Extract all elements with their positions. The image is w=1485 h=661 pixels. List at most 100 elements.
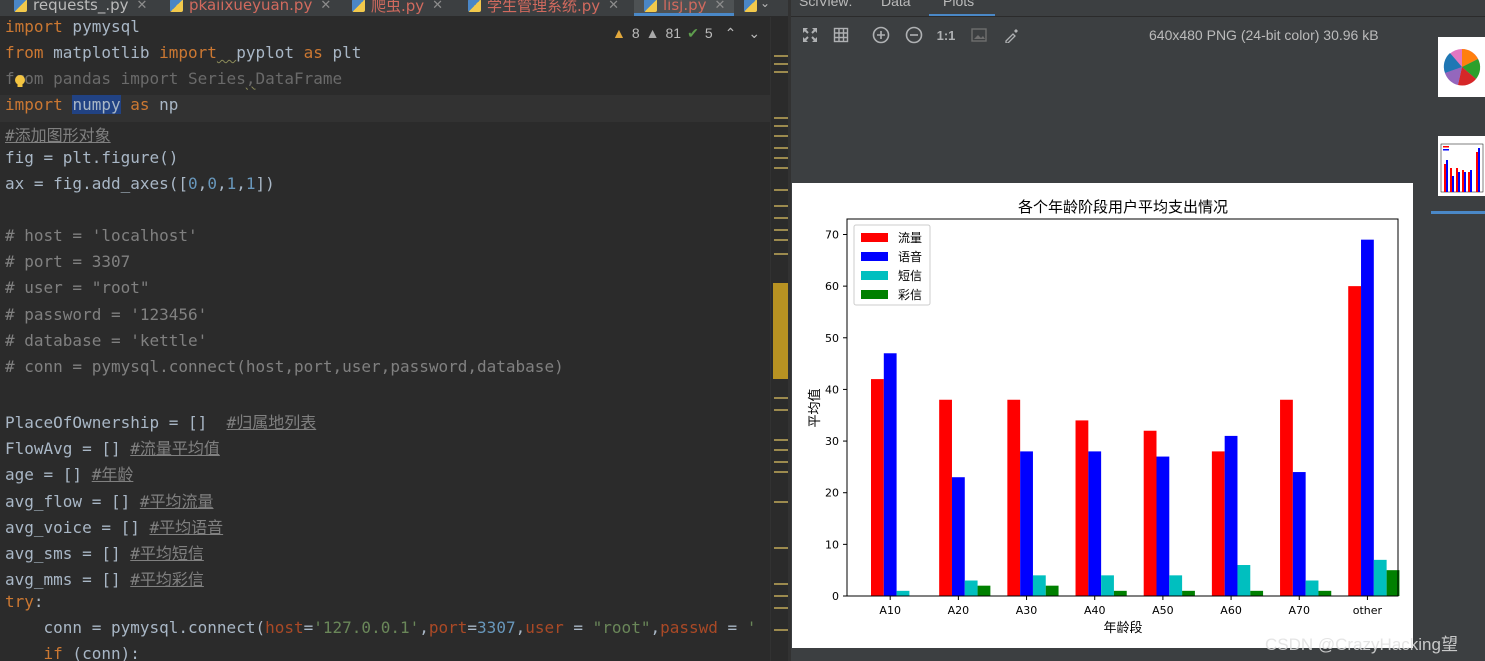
y-tick-label: 10 bbox=[825, 538, 839, 551]
lightbulb-icon[interactable] bbox=[13, 74, 27, 89]
close-icon[interactable]: ✕ bbox=[320, 0, 331, 13]
bar-流量-A40 bbox=[1075, 420, 1089, 596]
code-line[interactable]: try: bbox=[0, 592, 770, 618]
code-line[interactable]: # port = 3307 bbox=[0, 252, 770, 278]
legend-label: 语音 bbox=[898, 249, 922, 264]
close-icon[interactable]: ✕ bbox=[137, 0, 148, 13]
x-tick-label: A40 bbox=[1084, 604, 1106, 617]
tab-crawler[interactable]: 爬虫.py ✕ bbox=[352, 0, 443, 16]
code-line[interactable] bbox=[0, 200, 770, 226]
legend-label: 短信 bbox=[898, 269, 922, 283]
color-picker-icon[interactable] bbox=[1002, 25, 1022, 45]
selected-thumbnail-indicator bbox=[1431, 211, 1485, 214]
tab-student-system[interactable]: 学生管理系统.py ✕ bbox=[468, 0, 619, 16]
actual-size-button[interactable]: 1:1 bbox=[936, 25, 956, 45]
close-icon[interactable]: ✕ bbox=[608, 0, 619, 13]
bar-语音-A70 bbox=[1292, 472, 1306, 596]
tab-plots[interactable]: Plots bbox=[943, 0, 974, 9]
x-tick-label: A60 bbox=[1220, 604, 1242, 617]
close-icon[interactable]: ✕ bbox=[432, 0, 443, 13]
code-line[interactable]: avg_mms = [] #平均彩信 bbox=[0, 566, 770, 592]
fit-screen-icon[interactable] bbox=[800, 25, 820, 45]
thumbnail-pie-plot[interactable] bbox=[1438, 37, 1485, 97]
code-line[interactable]: # password = '123456' bbox=[0, 305, 770, 331]
image-info: 640x480 PNG (24-bit color) 30.96 kB bbox=[1149, 27, 1379, 43]
tab-label: pkaiixueyuan.py bbox=[189, 0, 313, 14]
bar-chart: 各个年龄阶段用户平均支出情况 0 10 20 30 40 50 60 70 A10 A20 A30 A… bbox=[807, 198, 1400, 636]
bar-语音-other bbox=[1361, 239, 1374, 596]
bar-语音-A20 bbox=[951, 477, 965, 596]
grid-icon[interactable] bbox=[831, 25, 851, 45]
python-file-icon bbox=[644, 0, 657, 12]
x-axis-label: 年龄段 bbox=[1103, 621, 1142, 636]
x-tick-label: A10 bbox=[879, 604, 901, 617]
code-line[interactable]: # database = 'kettle' bbox=[0, 331, 770, 357]
close-icon[interactable]: ✕ bbox=[714, 0, 725, 13]
code-line[interactable] bbox=[0, 383, 770, 409]
x-tick-label: other bbox=[1353, 604, 1383, 617]
chart-legend: 流量语音短信彩信 bbox=[853, 224, 931, 306]
code-line[interactable]: #添加图形对象 bbox=[0, 122, 770, 148]
thumbnail-bar-plot[interactable] bbox=[1438, 136, 1485, 196]
code-line[interactable]: PlaceOfOwnership = [] #归属地列表 bbox=[0, 409, 770, 435]
chevron-down-icon[interactable]: ⌄ bbox=[760, 0, 770, 10]
y-tick-label: 50 bbox=[825, 332, 839, 345]
x-tick-label: A70 bbox=[1288, 604, 1310, 617]
code-line[interactable]: if (conn): bbox=[0, 644, 770, 661]
zoom-out-icon[interactable] bbox=[904, 25, 924, 45]
image-background-icon[interactable] bbox=[969, 25, 989, 45]
y-tick-label: 20 bbox=[825, 487, 839, 500]
code-line[interactable]: conn = pymysql.connect(host='127.0.0.1',… bbox=[0, 618, 770, 644]
bar-流量-A30 bbox=[1007, 399, 1021, 596]
chart-title: 各个年龄阶段用户平均支出情况 bbox=[1018, 198, 1228, 216]
code-line[interactable]: avg_flow = [] #平均流量 bbox=[0, 488, 770, 514]
watermark: CSDN @CrazyHacking望 bbox=[1265, 635, 1458, 654]
code-line[interactable]: avg_voice = [] #平均语音 bbox=[0, 514, 770, 540]
code-line[interactable]: # conn = pymysql.connect(host,port,user,… bbox=[0, 357, 770, 383]
code-line[interactable]: import numpy as np bbox=[0, 95, 770, 122]
bar-流量-A10 bbox=[871, 379, 884, 596]
code-line[interactable]: from matplotlib import pyplot as plt bbox=[0, 43, 770, 69]
code-line[interactable]: from pandas import Series,DataFrame bbox=[0, 69, 770, 95]
editor-tab-bar: requests_.py ✕ pkaiixueyuan.py ✕ 爬虫.py ✕ 学生… bbox=[0, 0, 790, 16]
bar-短信-other bbox=[1373, 559, 1387, 596]
tab-lisj[interactable]: lisj.py ✕ bbox=[634, 0, 734, 16]
python-file-icon bbox=[14, 0, 27, 12]
bar-短信-A60 bbox=[1237, 565, 1251, 596]
bar-语音-A60 bbox=[1224, 435, 1238, 596]
code-area[interactable]: import pymysql from matplotlib import py… bbox=[0, 17, 770, 661]
bar-流量-A60 bbox=[1211, 451, 1225, 596]
python-file-icon bbox=[468, 0, 481, 12]
bar-彩信-A70 bbox=[1318, 590, 1332, 596]
tab-pkaiixueyuan[interactable]: pkaiixueyuan.py ✕ bbox=[170, 0, 331, 16]
legend-swatch bbox=[861, 252, 888, 261]
tab-data[interactable]: Data bbox=[881, 0, 911, 9]
tab-label: requests_.py bbox=[33, 0, 129, 14]
code-line[interactable]: avg_sms = [] #平均短信 bbox=[0, 540, 770, 566]
scrollbar-thumb[interactable] bbox=[773, 283, 789, 379]
error-stripe[interactable] bbox=[770, 17, 790, 661]
x-tick-label: A50 bbox=[1152, 604, 1174, 617]
bar-短信-A10 bbox=[896, 590, 910, 596]
code-line[interactable]: import pymysql bbox=[0, 17, 770, 43]
code-line[interactable]: # user = "root" bbox=[0, 278, 770, 304]
tab-label: lisj.py bbox=[663, 0, 707, 14]
code-line[interactable]: age = [] #年龄 bbox=[0, 461, 770, 487]
sciview-panel: SciView: Data Plots 1:1 640x480 PNG (24-… bbox=[791, 0, 1485, 661]
python-file-icon bbox=[352, 0, 365, 12]
bar-流量-A70 bbox=[1280, 399, 1293, 596]
code-line[interactable]: # host = 'localhost' bbox=[0, 226, 770, 252]
legend-swatch bbox=[861, 290, 888, 299]
y-tick-label: 70 bbox=[825, 228, 839, 241]
code-line[interactable]: fig = plt.figure() bbox=[0, 148, 770, 174]
plot-thumbnails bbox=[1431, 17, 1485, 661]
bar-短信-A20 bbox=[964, 580, 978, 596]
bar-流量-other bbox=[1348, 286, 1362, 596]
zoom-in-icon[interactable] bbox=[871, 25, 891, 45]
code-line[interactable]: FlowAvg = [] #流量平均值 bbox=[0, 435, 770, 461]
plot-image: 各个年龄阶段用户平均支出情况 0 10 20 30 40 50 60 70 A10 A20 A30 A… bbox=[792, 183, 1413, 648]
code-editor[interactable]: requests_.py ✕ pkaiixueyuan.py ✕ 爬虫.py ✕ 学生… bbox=[0, 0, 790, 661]
legend-label: 流量 bbox=[898, 231, 922, 245]
code-line[interactable]: ax = fig.add_axes([0,0,1,1]) bbox=[0, 174, 770, 200]
tab-requests[interactable]: requests_.py ✕ bbox=[14, 0, 147, 16]
